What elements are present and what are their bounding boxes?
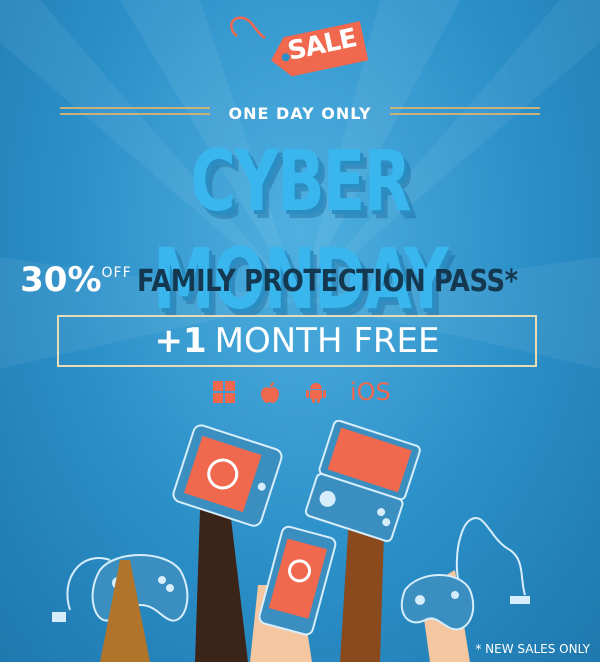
offer-product: FAMILY PROTECTION PASS* xyxy=(137,264,518,299)
offer-off: OFF xyxy=(101,265,132,281)
bonus-box: +1 MONTH FREE xyxy=(57,315,537,367)
subtitle: ONE DAY ONLY xyxy=(228,104,372,123)
bonus-plus: +1 xyxy=(154,321,207,361)
cyber-monday-banner: SALE ONE DAY ONLY CYBER MONDAY 30%OFF FA… xyxy=(0,0,600,662)
footnote: * NEW SALES ONLY xyxy=(475,642,590,656)
ios-label: iOS xyxy=(350,378,391,406)
bonus-text: MONTH FREE xyxy=(214,321,440,361)
windows-icon xyxy=(212,380,236,404)
android-icon xyxy=(304,380,328,404)
apple-icon xyxy=(258,380,282,404)
offer-percent: 30% xyxy=(20,260,102,300)
offer-line: 30%OFF FAMILY PROTECTION PASS* xyxy=(0,260,600,300)
platform-icons: iOS xyxy=(212,380,391,404)
hands-devices-illustration xyxy=(52,420,530,662)
